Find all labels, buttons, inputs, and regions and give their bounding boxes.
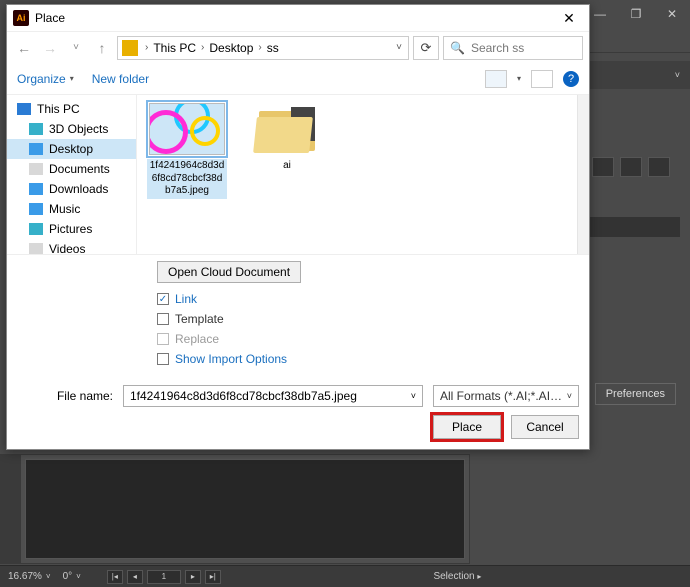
tree-downloads[interactable]: Downloads: [7, 179, 136, 199]
new-folder-button[interactable]: New folder: [92, 72, 149, 86]
tree-music[interactable]: Music: [7, 199, 136, 219]
file-thumbnail: [149, 103, 225, 155]
desktop-icon: [29, 143, 43, 155]
filename-input[interactable]: 1f4241964c8d3d6f8cd78cbcf38db7a5.jpeg ˅: [123, 385, 423, 407]
file-item-folder[interactable]: ai: [247, 103, 327, 174]
file-name-label: 1f4241964c8d3d6f8cd78cbcf38db7a5.jpeg: [147, 159, 227, 199]
chevron-down-icon: ˅: [76, 572, 81, 581]
rotation[interactable]: 0°˅: [63, 571, 81, 582]
open-cloud-button[interactable]: Open Cloud Document: [157, 261, 301, 283]
filename-row: File name: 1f4241964c8d3d6f8cd78cbcf38db…: [7, 379, 589, 407]
zoom-level[interactable]: 16.67%˅: [8, 571, 51, 582]
app-max-button[interactable]: ❐: [618, 0, 654, 28]
chevron-down-icon[interactable]: ˅: [396, 42, 402, 53]
chevron-right-icon: ›: [255, 42, 264, 53]
folder-icon: [255, 103, 319, 155]
cancel-button[interactable]: Cancel: [511, 415, 579, 439]
breadcrumb[interactable]: › This PC › Desktop › ss ˅: [117, 36, 409, 60]
tree-videos[interactable]: Videos: [7, 239, 136, 254]
chevron-down-icon: ˅: [46, 572, 51, 581]
chevron-down-icon[interactable]: ˅: [411, 391, 416, 401]
place-button[interactable]: Place: [433, 415, 501, 439]
nav-recent[interactable]: ˅: [65, 37, 87, 59]
nav-forward: →: [39, 37, 61, 59]
dialog-title-bar: Ai Place ✕: [7, 5, 589, 31]
tree-3dobjects[interactable]: 3D Objects: [7, 119, 136, 139]
search-input[interactable]: 🔍 Search ss: [443, 36, 583, 60]
grid-icon[interactable]: [648, 157, 670, 177]
crumb-thispc[interactable]: This PC: [153, 41, 196, 55]
replace-checkbox-row: Replace: [157, 329, 579, 349]
checkbox-icon[interactable]: [157, 353, 169, 365]
artboard-pager: |◂ ◂ 1 ▸ ▸|: [107, 570, 221, 584]
app-window-controls: — ❐ ✕: [582, 0, 690, 28]
preferences-button[interactable]: Preferences: [595, 383, 676, 405]
pager-prev[interactable]: ◂: [127, 570, 143, 584]
link-checkbox-row[interactable]: Link: [157, 289, 579, 309]
pager-first[interactable]: |◂: [107, 570, 123, 584]
view-mode-button[interactable]: [485, 70, 507, 88]
pager-next[interactable]: ▸: [185, 570, 201, 584]
chevron-right-icon: ›: [142, 42, 151, 53]
tree-documents[interactable]: Documents: [7, 159, 136, 179]
folder-icon: [29, 123, 43, 135]
filename-label: File name:: [47, 389, 113, 403]
crumb-ss[interactable]: ss: [267, 41, 279, 55]
app-icon: Ai: [13, 10, 29, 26]
nav-back[interactable]: ←: [13, 37, 35, 59]
dialog-title: Place: [35, 11, 555, 25]
dialog-buttons: Place Cancel: [7, 407, 589, 449]
close-button[interactable]: ✕: [555, 7, 583, 29]
grid-icon[interactable]: [592, 157, 614, 177]
file-item-selected[interactable]: 1f4241964c8d3d6f8cd78cbcf38db7a5.jpeg: [147, 103, 227, 199]
status-bar: 16.67%˅ 0°˅ |◂ ◂ 1 ▸ ▸| Selection ▸: [0, 565, 690, 587]
preview-pane-button[interactable]: [531, 70, 553, 88]
file-name-label: ai: [281, 159, 293, 174]
refresh-button[interactable]: ⟳: [413, 36, 439, 60]
pc-icon: [17, 103, 31, 115]
toolbar: Organize▾ New folder ▾ ?: [7, 63, 589, 95]
help-button[interactable]: ?: [563, 71, 579, 87]
artboard: [25, 459, 465, 559]
checkbox-icon[interactable]: [157, 313, 169, 325]
organize-menu[interactable]: Organize▾: [17, 72, 74, 86]
document-canvas[interactable]: [20, 454, 470, 564]
pictures-icon: [29, 223, 43, 235]
file-list[interactable]: 1f4241964c8d3d6f8cd78cbcf38db7a5.jpeg ai: [137, 95, 577, 254]
download-icon: [29, 183, 43, 195]
tree-thispc[interactable]: This PC: [7, 99, 136, 119]
template-checkbox-row[interactable]: Template: [157, 309, 579, 329]
folder-icon: [29, 163, 43, 175]
videos-icon: [29, 243, 43, 254]
file-scrollbar[interactable]: [577, 95, 589, 254]
search-icon: 🔍: [450, 41, 465, 55]
search-placeholder: Search ss: [471, 41, 524, 55]
tree-pictures[interactable]: Pictures: [7, 219, 136, 239]
chevron-right-icon: ›: [198, 42, 207, 53]
pager-last[interactable]: ▸|: [205, 570, 221, 584]
crumb-desktop[interactable]: Desktop: [209, 41, 253, 55]
selection-indicator[interactable]: Selection ▸: [433, 571, 481, 582]
checkbox-icon[interactable]: [157, 293, 169, 305]
ruler-vertical: [0, 454, 20, 564]
app-close-button[interactable]: ✕: [654, 0, 690, 28]
pager-current[interactable]: 1: [147, 570, 181, 584]
pc-icon: [122, 40, 138, 56]
show-import-checkbox-row[interactable]: Show Import Options: [157, 349, 579, 369]
tree-desktop[interactable]: Desktop: [7, 139, 136, 159]
grid-icon[interactable]: [620, 157, 642, 177]
place-dialog: Ai Place ✕ ← → ˅ ↑ › This PC › Desktop ›…: [6, 4, 590, 450]
music-icon: [29, 203, 43, 215]
nav-row: ← → ˅ ↑ › This PC › Desktop › ss ˅ ⟳ 🔍 S…: [7, 31, 589, 63]
file-type-filter[interactable]: All Formats (*.AI;*.AIT;*.PDF;*.D ˅: [433, 385, 579, 407]
nav-up[interactable]: ↑: [91, 37, 113, 59]
options-area: Open Cloud Document Link Template Replac…: [7, 254, 589, 379]
checkbox-icon: [157, 333, 169, 345]
nav-tree[interactable]: This PC 3D Objects Desktop Documents Dow…: [7, 95, 137, 254]
chevron-down-icon[interactable]: ˅: [567, 391, 572, 401]
